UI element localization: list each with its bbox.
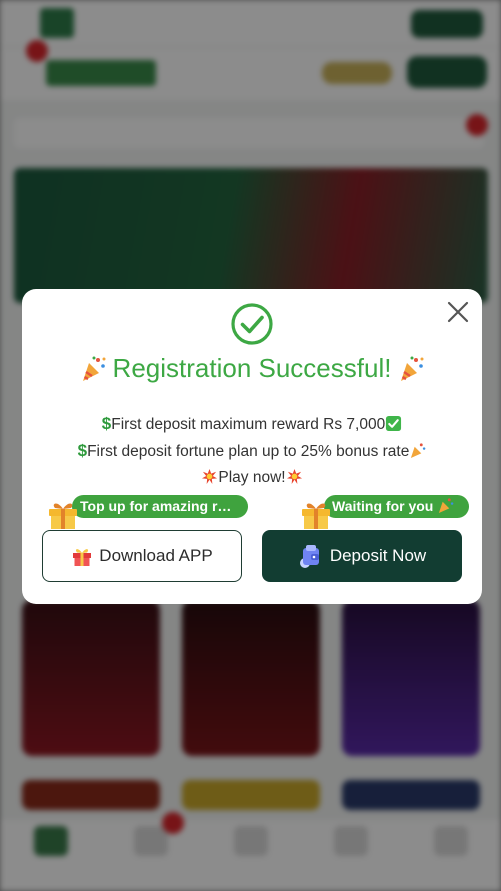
tag-waiting: Waiting for you	[324, 495, 469, 518]
party-popper-icon	[83, 356, 106, 381]
check-circle-icon	[231, 303, 273, 345]
deposit-now-label: Deposit Now	[329, 546, 427, 565]
wallet-icon	[299, 545, 319, 568]
title-row: Registration Successful!	[22, 353, 482, 384]
tag-waiting-text: Waiting for you	[332, 498, 434, 514]
reward-line-2: $First deposit fortune plan up to 25% bo…	[22, 437, 482, 464]
party-popper-icon	[400, 356, 424, 381]
checkmark-box-icon	[386, 415, 402, 432]
reward-line-3-text: Play now!	[218, 469, 286, 486]
deposit-now-button[interactable]: Deposit Now	[262, 530, 462, 582]
collision-icon	[202, 468, 218, 485]
download-app-button[interactable]: Download APP	[42, 530, 242, 582]
gift-icon	[49, 503, 77, 529]
party-popper-icon	[439, 498, 454, 514]
reward-line-3: Play now!	[22, 464, 482, 491]
download-app-label: Download APP	[99, 546, 213, 565]
gift-icon	[302, 503, 330, 529]
reward-line-1-text: First deposit maximum reward Rs 7,000	[111, 416, 386, 433]
collision-icon	[286, 468, 302, 485]
dollar-icon: $	[77, 441, 88, 460]
reward-line-2-text: First deposit fortune plan up to 25% bon…	[87, 443, 410, 460]
gift-icon	[73, 549, 92, 566]
party-popper-icon	[411, 443, 426, 459]
tag-top-up: Top up for amazing r…	[72, 495, 248, 518]
modal-title: Registration Successful!	[112, 353, 392, 383]
registration-success-modal: Registration Successful! $First deposit …	[22, 289, 482, 604]
dollar-icon: $	[101, 414, 112, 433]
close-icon[interactable]	[446, 300, 470, 324]
reward-line-1: $First deposit maximum reward Rs 7,000	[22, 410, 482, 437]
reward-lines: $First deposit maximum reward Rs 7,000 $…	[22, 410, 482, 491]
